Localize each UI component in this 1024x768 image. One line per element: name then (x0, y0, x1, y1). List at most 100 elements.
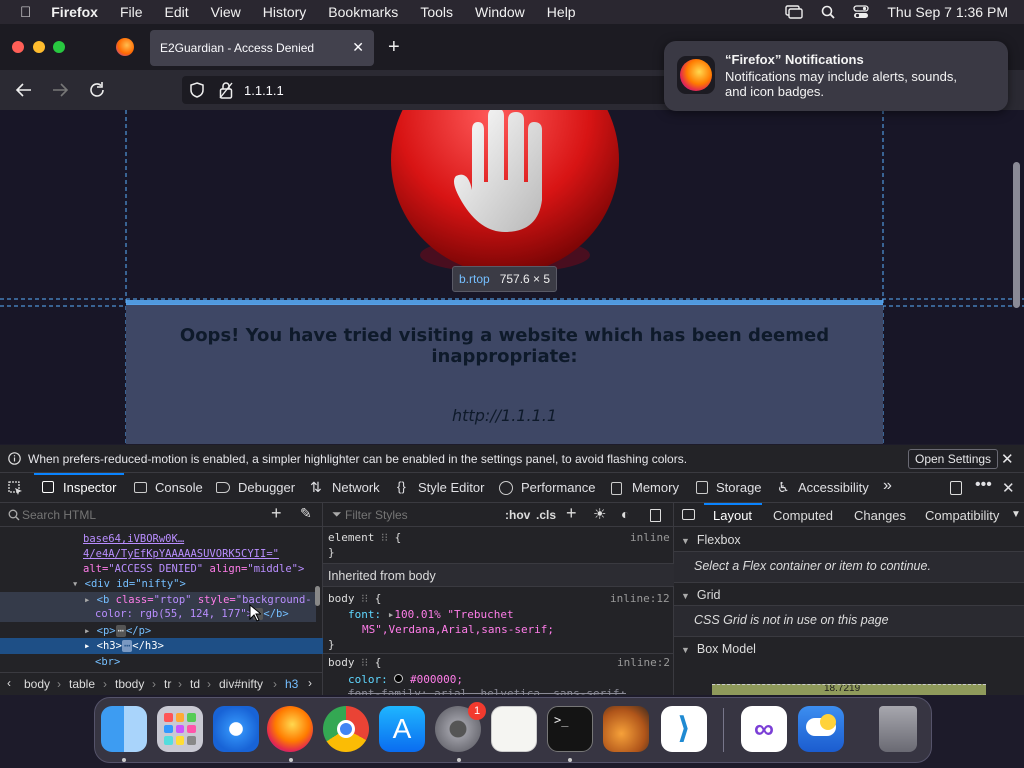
markup-scrollbar-thumb[interactable] (315, 586, 320, 606)
weather-icon[interactable] (798, 706, 844, 752)
breadcrumb-table[interactable]: table (69, 677, 95, 691)
menu-view[interactable]: View (211, 4, 241, 20)
rule-font-declaration[interactable]: font: ▸100.01% "Trebuchet (348, 608, 514, 621)
add-rule-icon[interactable]: + (566, 503, 577, 524)
forward-arrow-icon[interactable] (51, 82, 69, 98)
markup-line-div-nifty[interactable]: ▾ <div id="nifty"> (72, 578, 186, 590)
tab-style-editor[interactable]: Style Editor (418, 480, 484, 495)
rule-body-source-1[interactable]: inline:12 (610, 592, 670, 605)
firefox-view-icon[interactable] (116, 38, 134, 56)
devtools-menu-icon[interactable]: ••• (975, 476, 992, 494)
devtools-close-icon[interactable]: ✕ (1002, 479, 1015, 497)
add-node-icon[interactable]: + (271, 503, 282, 524)
breadcrumb-prev-icon[interactable]: ‹ (7, 676, 11, 690)
trash-icon[interactable] (879, 706, 917, 752)
textedit-icon[interactable] (491, 706, 537, 752)
rule-font-family-overridden[interactable]: font-family: arial, helvetica, sans-seri… (348, 687, 626, 695)
control-center-icon[interactable] (853, 5, 870, 19)
visual-studio-icon[interactable]: ∞ (741, 706, 787, 752)
safari-icon[interactable] (213, 706, 259, 752)
url-bar[interactable]: 1.1.1.1 (182, 76, 682, 104)
eyedropper-icon[interactable]: ✎ (300, 505, 312, 522)
app-store-icon[interactable]: A (379, 706, 425, 752)
markup-line-src2[interactable]: 4/e4A/TyEfKpYAAAAASUVORK5CYII=" (83, 548, 279, 560)
breadcrumb-tbody[interactable]: tbody (115, 677, 144, 691)
firefox-notification[interactable]: “Firefox” Notifications Notifications ma… (664, 41, 1008, 111)
element-picker-icon[interactable] (8, 481, 23, 496)
tab-changes[interactable]: Changes (854, 508, 906, 523)
flexbox-section-header[interactable]: ▼ Flexbox (674, 529, 1024, 551)
rule-body-selector-1[interactable]: body ⁝⁝ { (328, 592, 381, 605)
search-html-input[interactable] (22, 506, 262, 524)
tab-performance[interactable]: Performance (521, 480, 595, 495)
breadcrumb-next-icon[interactable]: › (308, 676, 312, 690)
markup-line-h3[interactable]: ▸ <h3> ⋯ </h3> (84, 640, 164, 652)
window-zoom-button[interactable] (53, 41, 65, 53)
tab-computed[interactable]: Computed (773, 508, 833, 523)
window-minimize-button[interactable] (33, 41, 45, 53)
tab-accessibility[interactable]: Accessibility (798, 480, 869, 495)
sidebar-toggle-icon[interactable] (682, 509, 695, 520)
print-media-icon[interactable] (650, 509, 661, 522)
tab-memory[interactable]: Memory (632, 480, 679, 495)
insecure-lock-icon[interactable] (219, 81, 233, 99)
vscode-icon[interactable]: ⟩ (661, 706, 707, 752)
tracking-protection-shield-icon[interactable] (190, 82, 204, 98)
menu-history[interactable]: History (263, 4, 307, 20)
menu-help[interactable]: Help (547, 4, 576, 20)
chrome-icon[interactable] (323, 706, 369, 752)
new-tab-icon[interactable]: + (388, 36, 400, 59)
menu-window[interactable]: Window (475, 4, 525, 20)
menu-app-name[interactable]: Firefox (51, 4, 98, 20)
markup-line-src[interactable]: base64,iVBORw0K… (83, 533, 184, 545)
markup-line-p[interactable]: ▸ <p> ⋯ </p> (84, 625, 151, 637)
menu-bookmarks[interactable]: Bookmarks (328, 4, 398, 20)
firefox-icon[interactable] (267, 706, 313, 752)
rule-body-source-2[interactable]: inline:2 (617, 656, 670, 669)
more-tabs-chevron-icon[interactable]: » (883, 477, 892, 495)
breadcrumb-td[interactable]: td (190, 677, 200, 691)
spotlight-search-icon[interactable] (821, 5, 835, 19)
breadcrumb-body[interactable]: body (24, 677, 50, 691)
finder-icon[interactable] (101, 706, 147, 752)
breadcrumb-tr[interactable]: tr (164, 677, 171, 691)
tab-debugger[interactable]: Debugger (238, 480, 295, 495)
garageband-icon[interactable] (603, 706, 649, 752)
rule-element-selector[interactable]: element ⁝⁝ { (328, 531, 401, 544)
markup-line-alt[interactable]: alt="ACCESS DENIED" align="middle"> (83, 563, 304, 575)
menubar-clock[interactable]: Thu Sep 7 1:36 PM (887, 4, 1008, 20)
tab-network[interactable]: Network (332, 480, 380, 495)
apple-icon[interactable]:  (20, 4, 31, 21)
rule-element-source[interactable]: inline (630, 531, 670, 544)
page-scrollbar-thumb[interactable] (1013, 162, 1020, 308)
menu-edit[interactable]: Edit (165, 4, 189, 20)
filter-styles-input[interactable] (345, 506, 495, 524)
screen-mirroring-icon[interactable] (785, 5, 804, 19)
reload-icon[interactable] (88, 81, 106, 99)
menu-file[interactable]: File (120, 4, 143, 20)
grid-section-header[interactable]: ▼ Grid (674, 584, 1024, 606)
infobar-close-icon[interactable]: ✕ (1001, 450, 1014, 468)
tabs-overflow-chevron-icon[interactable]: ▼ (1011, 509, 1021, 520)
cls-button[interactable]: .cls (536, 508, 556, 522)
tab-access-denied[interactable]: E2Guardian - Access Denied ✕ (150, 30, 374, 66)
menu-tools[interactable]: Tools (420, 4, 453, 20)
breadcrumb-div-nifty[interactable]: div#nifty (219, 677, 263, 691)
open-settings-button[interactable]: Open Settings (908, 449, 999, 469)
box-model-section-header[interactable]: ▼ Box Model (674, 638, 1024, 660)
light-scheme-icon[interactable]: ☀ (593, 505, 606, 523)
dark-scheme-icon[interactable]: ◐ (621, 506, 629, 522)
tab-console[interactable]: Console (155, 480, 203, 495)
markup-line-br[interactable]: <br> (95, 656, 120, 668)
tab-close-icon[interactable]: ✕ (352, 39, 364, 56)
hov-button[interactable]: :hov (505, 508, 530, 522)
terminal-icon[interactable]: >_ (547, 706, 593, 752)
tab-compatibility[interactable]: Compatibility (925, 508, 999, 523)
box-model-margin-value[interactable]: 18.7219 (824, 685, 860, 694)
markup-line-b-rtop[interactable]: ▸ <b class="rtop" style="background- (84, 594, 312, 606)
back-arrow-icon[interactable] (15, 82, 33, 98)
tab-layout[interactable]: Layout (713, 508, 752, 523)
rule-color-declaration[interactable]: color: #000000; (348, 673, 463, 686)
dock-side-icon[interactable] (950, 481, 962, 495)
breadcrumb-h3[interactable]: h3 (285, 677, 298, 691)
